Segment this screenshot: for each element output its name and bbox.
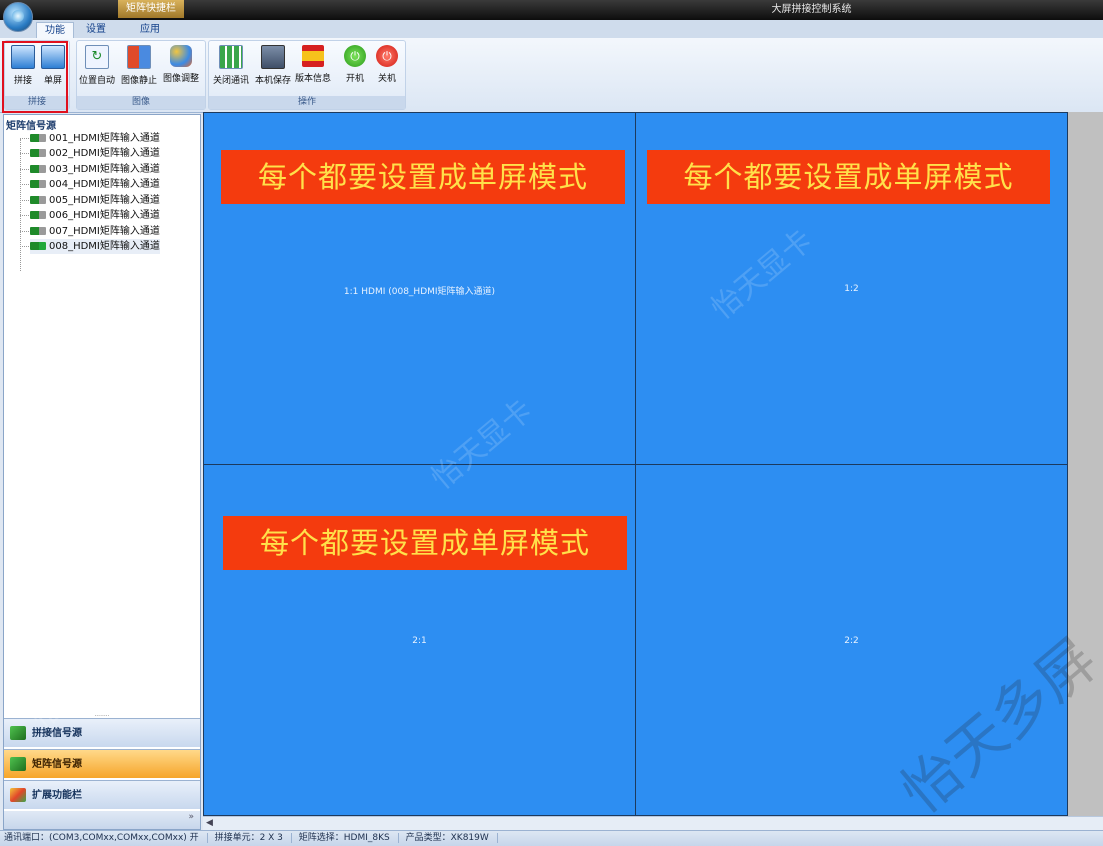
- tree-item[interactable]: 004_HDMI矩阵输入通道: [30, 177, 160, 192]
- ribbon-group-image: ↻ 位置自动 图像静止 图像调整 图像: [76, 40, 206, 110]
- status-bar: 通讯端口：(COM3,COMxx,COMxx,COMxx) 开 拼接单元：2 X…: [0, 830, 1103, 846]
- tab-settings[interactable]: 设置: [78, 22, 114, 38]
- matrix-source-icon: [10, 757, 26, 771]
- floppy-disk-icon: [261, 45, 285, 69]
- tree-item[interactable]: 006_HDMI矩阵输入通道: [30, 208, 160, 223]
- ribbon-tab-strip: 功能 设置 应用: [0, 20, 1103, 39]
- tree-item[interactable]: 002_HDMI矩阵输入通道: [30, 146, 160, 161]
- cell-label: 1:1 HDMI (008_HDMI矩阵输入通道): [343, 287, 496, 297]
- tree-item[interactable]: 001_HDMI矩阵输入通道: [30, 131, 160, 146]
- nav-matrix-source[interactable]: 矩阵信号源: [4, 749, 200, 778]
- hdmi-input-icon: [30, 211, 46, 219]
- cell-label: 2:1: [412, 636, 427, 646]
- signal-source-panel: 矩阵信号源 001_HDMI矩阵输入通道 002_HDMI矩阵输入通道 003_…: [3, 114, 201, 830]
- splice-source-icon: [10, 726, 26, 740]
- panel-splitter[interactable]: ........: [4, 712, 200, 718]
- annotation-banner: 每个都要设置成单屏模式: [221, 150, 625, 204]
- network-icon: [219, 45, 243, 69]
- tree-item-selected[interactable]: 008_HDMI矩阵输入通道: [30, 239, 160, 254]
- power-off-button[interactable]: ⏻ 关机: [369, 45, 405, 91]
- version-info-button[interactable]: 版本信息: [295, 45, 331, 91]
- ribbon-group-label: 图像: [77, 96, 205, 109]
- screen-cell-1-2[interactable]: 每个都要设置成单屏模式 1:2: [635, 112, 1068, 465]
- status-matrix: 矩阵选择：HDMI_8KS: [298, 833, 399, 843]
- highlight-annotation: [2, 41, 68, 113]
- image-freeze-button[interactable]: 图像静止: [121, 45, 157, 91]
- tree-item[interactable]: 005_HDMI矩阵输入通道: [30, 193, 160, 208]
- status-port: 通讯端口：(COM3,COMxx,COMxx,COMxx) 开: [4, 833, 208, 843]
- image-adjust-button[interactable]: 图像调整: [163, 45, 199, 91]
- close-comm-button[interactable]: 关闭通讯: [213, 45, 249, 91]
- annotation-banner: 每个都要设置成单屏模式: [223, 516, 627, 570]
- power-on-button[interactable]: ⏻ 开机: [337, 45, 373, 91]
- auto-position-button[interactable]: ↻ 位置自动: [79, 45, 115, 91]
- scroll-left-icon[interactable]: ◀: [206, 818, 213, 828]
- screen-cell-1-1[interactable]: 每个都要设置成单屏模式 1:1 HDMI (008_HDMI矩阵输入通道): [203, 112, 636, 465]
- local-save-button[interactable]: 本机保存: [255, 45, 291, 91]
- video-wall-canvas: 每个都要设置成单屏模式 1:1 HDMI (008_HDMI矩阵输入通道) 每个…: [203, 112, 1103, 816]
- freeze-grid-icon: [127, 45, 151, 69]
- app-orb-icon: [12, 10, 24, 22]
- app-menu-button[interactable]: [3, 2, 33, 32]
- cell-label: 2:2: [844, 636, 859, 646]
- flag-icon: [302, 45, 324, 67]
- status-unit: 拼接单元：2 X 3: [214, 833, 292, 843]
- tree-item[interactable]: 003_HDMI矩阵输入通道: [30, 162, 160, 177]
- ribbon: 拼接 单屏 拼接 ↻ 位置自动 图像静止 图像调整 图像 关闭通讯 本机保存 版…: [0, 38, 1103, 113]
- hdmi-input-icon: [30, 196, 46, 204]
- tree-header: 矩阵信号源: [6, 121, 56, 132]
- hdmi-input-active-icon: [30, 242, 46, 250]
- tab-apps[interactable]: 应用: [132, 22, 168, 38]
- ribbon-group-label: 操作: [209, 96, 405, 109]
- hdmi-input-icon: [30, 165, 46, 173]
- hdmi-input-icon: [30, 180, 46, 188]
- power-off-icon: ⏻: [376, 45, 398, 67]
- tab-function[interactable]: 功能: [36, 22, 74, 39]
- collapse-button[interactable]: »: [4, 811, 200, 829]
- hdmi-input-icon: [30, 149, 46, 157]
- horizontal-scrollbar[interactable]: ◀: [203, 816, 1103, 831]
- hdmi-input-icon: [30, 227, 46, 235]
- cell-label: 1:2: [844, 284, 859, 294]
- screen-cell-2-2[interactable]: 2:2: [635, 464, 1068, 816]
- annotation-banner: 每个都要设置成单屏模式: [647, 150, 1050, 204]
- palette-icon: [170, 45, 192, 67]
- nav-splice-source[interactable]: 拼接信号源: [4, 718, 200, 747]
- quick-access-label[interactable]: 矩阵快捷栏: [118, 0, 184, 18]
- tree-item[interactable]: 007_HDMI矩阵输入通道: [30, 224, 160, 239]
- extension-cube-icon: [10, 788, 26, 802]
- hdmi-input-icon: [30, 134, 46, 142]
- refresh-icon: ↻: [85, 45, 109, 69]
- nav-extension-bar[interactable]: 扩展功能栏: [4, 780, 200, 809]
- status-product: 产品类型：XK819W: [405, 833, 498, 843]
- screen-cell-2-1[interactable]: 每个都要设置成单屏模式 2:1: [203, 464, 636, 816]
- power-on-icon: ⏻: [344, 45, 366, 67]
- ribbon-group-operate: 关闭通讯 本机保存 版本信息 ⏻ 开机 ⏻ 关机 操作: [208, 40, 406, 110]
